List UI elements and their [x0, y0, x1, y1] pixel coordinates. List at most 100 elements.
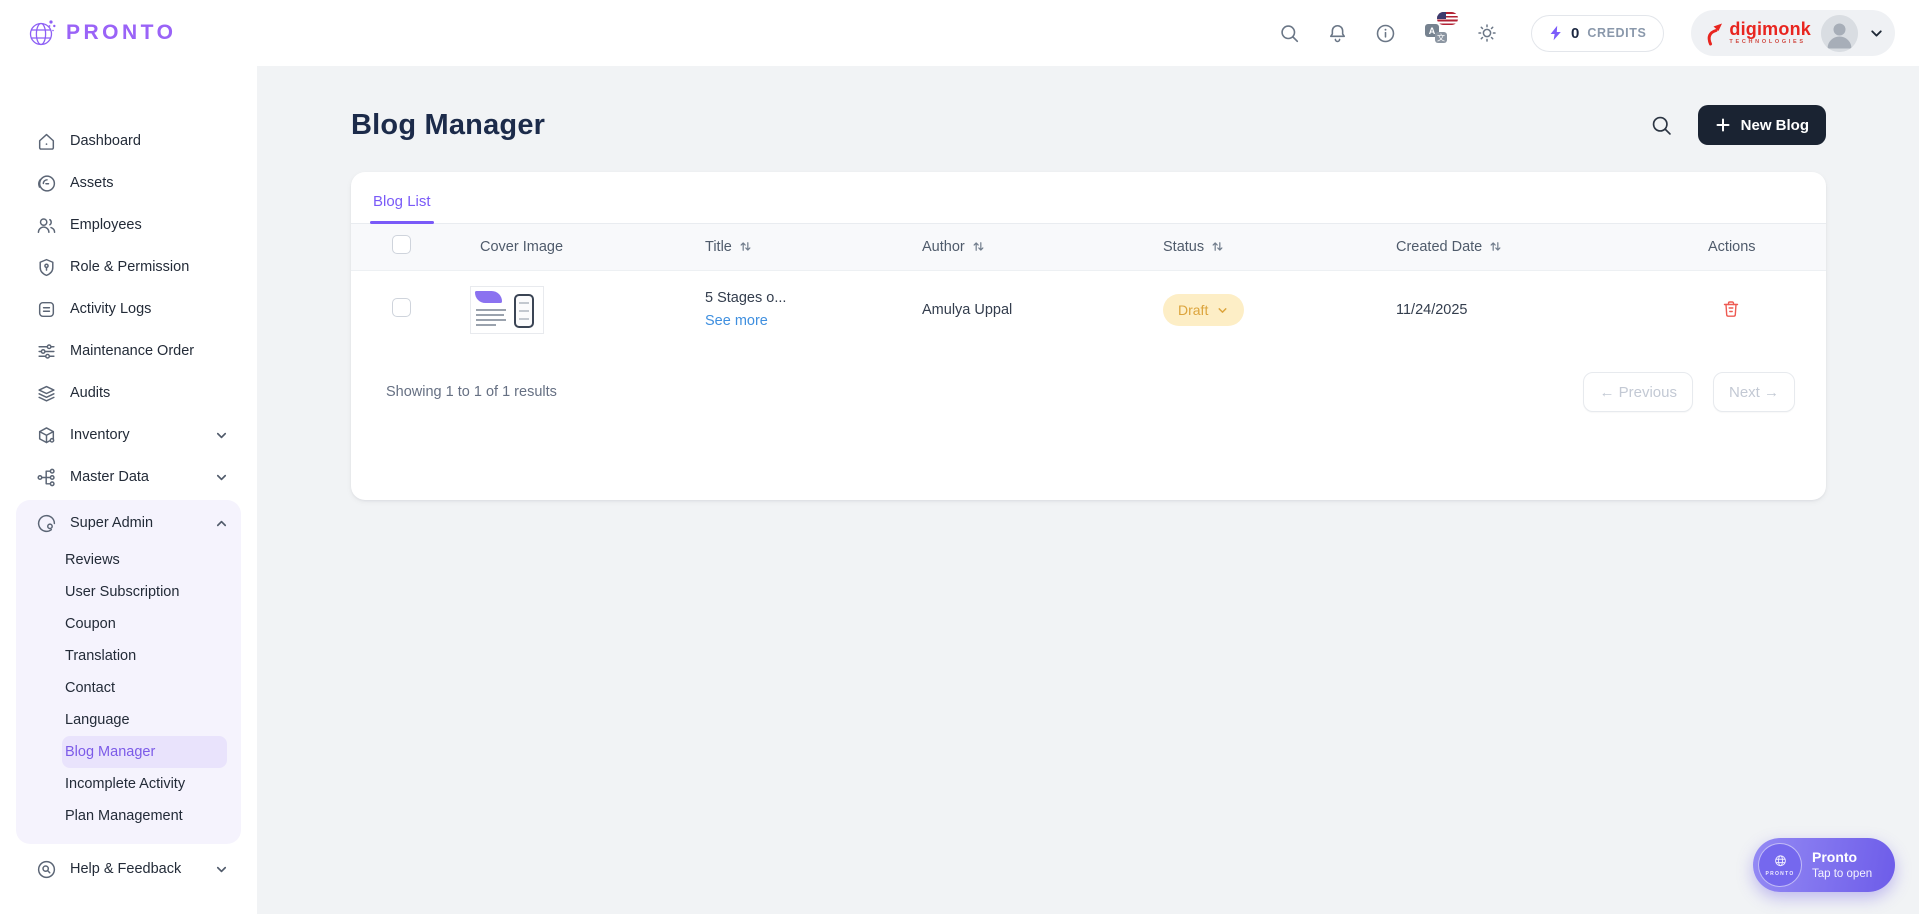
subitem-label: Plan Management	[65, 808, 183, 824]
chat-widget[interactable]: PRONTO Pronto Tap to open	[1753, 838, 1895, 892]
sidebar-item-label: Activity Logs	[70, 301, 151, 317]
sidebar-item-help-feedback[interactable]: Help & Feedback	[0, 848, 257, 890]
cover-image-phone	[514, 294, 534, 328]
subitem-label: Incomplete Activity	[65, 776, 185, 792]
column-header-author[interactable]: Author	[901, 224, 1141, 270]
sort-icon[interactable]	[1211, 240, 1224, 253]
chevron-down-icon	[214, 470, 229, 485]
chevron-down-icon	[1216, 304, 1229, 317]
column-header-actions: Actions	[1681, 224, 1826, 270]
subitem-label: Contact	[65, 680, 115, 696]
svg-text:文: 文	[1437, 33, 1445, 43]
sidebar-item-assets[interactable]: Assets	[0, 162, 257, 204]
org-name: digimonk	[1729, 20, 1811, 38]
avatar[interactable]	[1821, 15, 1858, 52]
chevron-down-icon	[214, 428, 229, 443]
translate-icon[interactable]: A 文	[1423, 21, 1449, 45]
sidebar-item-label: Dashboard	[70, 133, 141, 149]
chevron-down-icon[interactable]	[1868, 25, 1885, 42]
sidebar-item-master-data[interactable]: Master Data	[0, 456, 257, 498]
globe-icon	[26, 17, 58, 49]
sort-icon[interactable]	[972, 240, 985, 253]
sidebar-subitem-translation[interactable]: Translation	[62, 640, 227, 672]
theme-icon[interactable]	[1476, 22, 1498, 44]
page-header-actions: New Blog	[1648, 105, 1826, 145]
sliders-icon	[36, 341, 57, 362]
sidebar-item-employees[interactable]: Employees	[0, 204, 257, 246]
credits-count: 0	[1571, 25, 1579, 42]
blog-list-card: Blog List Cover Image	[351, 172, 1826, 500]
sidebar-item-maintenance-order[interactable]: Maintenance Order	[0, 330, 257, 372]
column-header-title[interactable]: Title	[681, 224, 901, 270]
sort-icon[interactable]	[1489, 240, 1502, 253]
sidebar-item-role-permission[interactable]: Role & Permission	[0, 246, 257, 288]
language-flag-us	[1437, 12, 1458, 25]
info-icon[interactable]	[1375, 23, 1396, 44]
plus-icon	[1715, 117, 1731, 133]
sidebar-subitem-contact[interactable]: Contact	[62, 672, 227, 704]
cover-image	[470, 286, 544, 334]
sidebar-item-label: Maintenance Order	[70, 343, 194, 359]
layers-icon	[36, 383, 57, 404]
sidebar-item-label: Inventory	[70, 427, 130, 443]
select-all-checkbox[interactable]	[392, 235, 411, 254]
super-admin-icon	[36, 513, 57, 534]
sidebar-item-label: Audits	[70, 385, 110, 401]
page-title: Blog Manager	[351, 109, 545, 142]
table-search-icon[interactable]	[1648, 112, 1675, 139]
sidebar: Dashboard Assets	[0, 66, 257, 914]
subitem-label: Coupon	[65, 616, 116, 632]
sidebar-item-dashboard[interactable]: Dashboard	[0, 120, 257, 162]
sidebar-item-label: Assets	[70, 175, 114, 191]
chat-widget-brand: PRONTO	[1765, 871, 1794, 877]
bell-icon[interactable]	[1327, 23, 1348, 44]
blog-table: Cover Image Title	[351, 224, 1826, 350]
sidebar-item-activity-logs[interactable]: Activity Logs	[0, 288, 257, 330]
see-more-link[interactable]: See more	[705, 313, 768, 329]
row-checkbox[interactable]	[392, 298, 411, 317]
cover-image-graphic	[475, 291, 502, 303]
pagination: Showing 1 to 1 of 1 results ← Previous N…	[351, 350, 1826, 412]
search-icon[interactable]	[1279, 23, 1300, 44]
sidebar-subitem-user-subscription[interactable]: User Subscription	[62, 576, 227, 608]
header-label: Status	[1163, 239, 1204, 255]
shield-icon	[36, 257, 57, 278]
previous-button[interactable]: ← Previous	[1583, 372, 1693, 412]
sidebar-subitem-coupon[interactable]: Coupon	[62, 608, 227, 640]
brand-logo[interactable]: PRONTO	[26, 17, 176, 49]
sidebar-subitem-reviews[interactable]: Reviews	[62, 544, 227, 576]
sidebar-item-inventory[interactable]: Inventory	[0, 414, 257, 456]
subitem-label: Blog Manager	[65, 744, 155, 760]
hierarchy-icon	[36, 467, 57, 488]
column-header-status[interactable]: Status	[1141, 224, 1371, 270]
header-label: Actions	[1708, 239, 1756, 255]
chevron-up-icon	[214, 516, 229, 531]
tab-blog-list[interactable]: Blog List	[370, 193, 434, 223]
sidebar-subitem-language[interactable]: Language	[62, 704, 227, 736]
super-admin-group: Super Admin Reviews User Subscription Co…	[16, 500, 241, 844]
page-header: Blog Manager New Blog	[351, 103, 1826, 147]
new-blog-button[interactable]: New Blog	[1698, 105, 1826, 145]
sidebar-subitem-blog-manager[interactable]: Blog Manager	[62, 736, 227, 768]
credits-pill[interactable]: 0 CREDITS	[1531, 15, 1664, 52]
sidebar-item-label: Role & Permission	[70, 259, 189, 275]
table-header-row: Cover Image Title	[351, 224, 1826, 270]
chat-widget-logo: PRONTO	[1758, 843, 1802, 887]
delete-icon[interactable]	[1719, 297, 1743, 321]
account-menu[interactable]: digimonk TECHNOLOGIES	[1691, 10, 1895, 56]
sidebar-subitem-incomplete-activity[interactable]: Incomplete Activity	[62, 768, 227, 800]
sidebar-nav: Dashboard Assets	[0, 66, 257, 890]
status-dropdown[interactable]: Draft	[1163, 294, 1244, 326]
sidebar-item-label: Employees	[70, 217, 142, 233]
org-logo: digimonk TECHNOLOGIES	[1705, 20, 1811, 47]
credits-label: CREDITS	[1587, 26, 1646, 40]
column-header-created-date[interactable]: Created Date	[1371, 224, 1681, 270]
table-row: 5 Stages o... See more Amulya Uppal Draf…	[351, 270, 1826, 350]
blog-created-date: 11/24/2025	[1396, 302, 1468, 318]
next-button[interactable]: Next →	[1713, 372, 1795, 412]
sidebar-item-super-admin[interactable]: Super Admin	[16, 502, 241, 544]
sidebar-subitem-plan-management[interactable]: Plan Management	[62, 800, 227, 832]
sort-icon[interactable]	[739, 240, 752, 253]
header-label: Author	[922, 239, 965, 255]
sidebar-item-audits[interactable]: Audits	[0, 372, 257, 414]
